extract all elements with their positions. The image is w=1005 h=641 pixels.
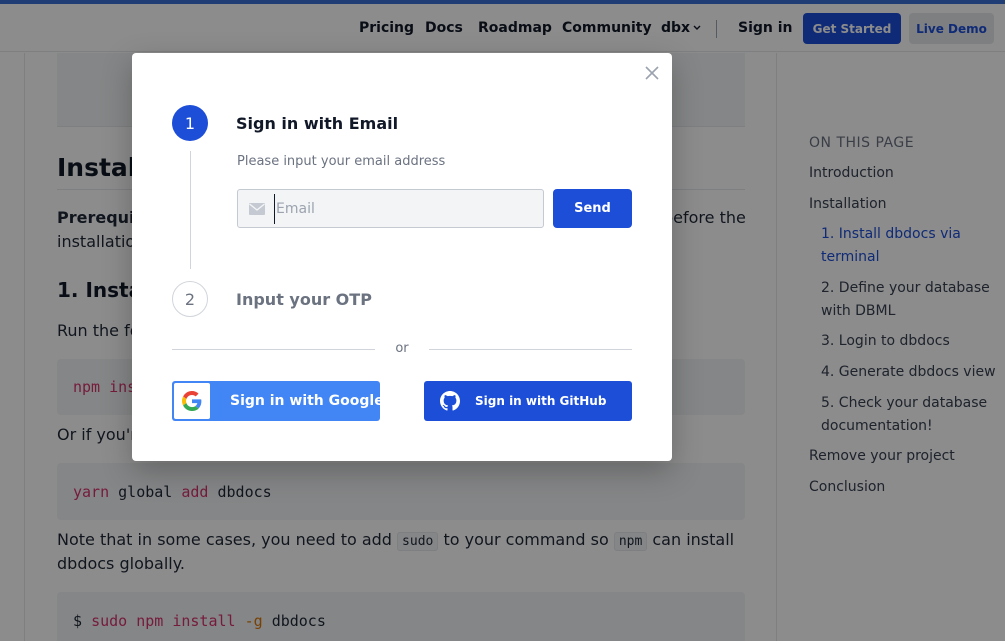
github-icon: [440, 391, 460, 411]
mail-icon: [249, 203, 265, 215]
or-label: or: [375, 339, 429, 359]
google-logo-container: [174, 383, 210, 419]
sign-in-modal: 1 Sign in with Email Please input your e…: [132, 53, 672, 461]
step-connector: [190, 151, 191, 269]
google-logo-icon: [182, 391, 202, 411]
github-sign-in-button[interactable]: Sign in with GitHub: [424, 381, 632, 421]
google-sign-in-button[interactable]: Sign in with Google: [172, 381, 384, 421]
step-1-indicator: 1: [172, 105, 208, 141]
step-2-indicator: 2: [172, 281, 208, 317]
email-input[interactable]: [274, 194, 536, 224]
close-icon[interactable]: [642, 63, 662, 83]
step-1-subtitle: Please input your email address: [237, 154, 446, 169]
step-1-title: Sign in with Email: [236, 114, 399, 133]
step-2-title: Input your OTP: [236, 290, 372, 309]
google-button-label: Sign in with Google: [230, 393, 384, 409]
send-button[interactable]: Send: [553, 189, 632, 228]
email-field[interactable]: [237, 189, 544, 228]
github-button-label: Sign in with GitHub: [475, 394, 607, 408]
